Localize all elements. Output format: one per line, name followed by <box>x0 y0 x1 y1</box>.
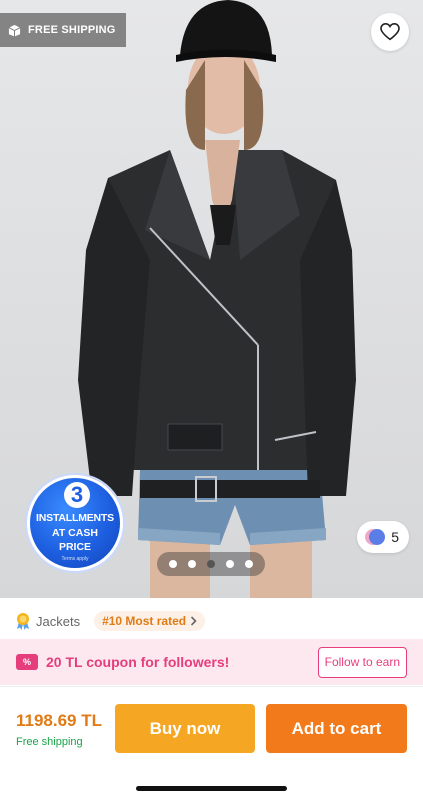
color-options-button[interactable]: 5 <box>357 521 409 553</box>
pager-dot[interactable] <box>169 560 177 568</box>
price: 1198.69 TL <box>16 711 103 730</box>
coupon-banner: % 20 TL coupon for followers! Follow to … <box>0 639 423 685</box>
purchase-bar: 1198.69 TL Free shipping Buy now Add to … <box>0 686 423 768</box>
installments-line1: INSTALLMENTS <box>36 512 114 524</box>
box-icon <box>8 24 21 37</box>
installments-line2: AT CASH <box>52 527 98 539</box>
category-row: Jackets #10 Most rated <box>0 606 423 636</box>
rank-label: #10 Most rated <box>102 614 187 628</box>
color-swatch-icon <box>365 529 386 545</box>
favorite-button[interactable] <box>371 13 409 51</box>
free-shipping-note: Free shipping <box>16 736 83 748</box>
color-count: 5 <box>391 529 399 545</box>
installments-badge: 3 INSTALLMENTS AT CASH PRICE Terms apply <box>27 475 123 571</box>
pager-dot-active[interactable] <box>207 560 215 568</box>
installments-number: 3 <box>64 482 90 508</box>
installments-line3: PRICE <box>58 541 92 553</box>
add-to-cart-button[interactable]: Add to cart <box>266 704 407 753</box>
home-indicator[interactable] <box>136 786 287 791</box>
pager-dot[interactable] <box>226 560 234 568</box>
category-link[interactable]: Jackets <box>36 614 80 629</box>
chevron-right-icon <box>191 616 197 626</box>
rank-badge[interactable]: #10 Most rated <box>94 611 206 631</box>
image-pager[interactable] <box>157 552 265 576</box>
buy-now-button[interactable]: Buy now <box>115 704 255 753</box>
pager-dot[interactable] <box>188 560 196 568</box>
coupon-text: 20 TL coupon for followers! <box>46 654 230 670</box>
free-shipping-label: FREE SHIPPING <box>28 24 116 36</box>
follow-to-earn-button[interactable]: Follow to earn <box>317 646 407 678</box>
medal-icon <box>17 613 29 630</box>
coupon-icon-text: % <box>22 657 31 667</box>
pager-dot[interactable] <box>245 560 253 568</box>
product-image-gallery[interactable]: FREE SHIPPING 3 INSTALLMENTS AT CASH PRI… <box>0 0 423 598</box>
coupon-icon: % <box>16 654 38 670</box>
heart-icon <box>380 23 400 41</box>
installments-fine-print: Terms apply <box>61 556 89 562</box>
free-shipping-badge: FREE SHIPPING <box>0 13 126 47</box>
